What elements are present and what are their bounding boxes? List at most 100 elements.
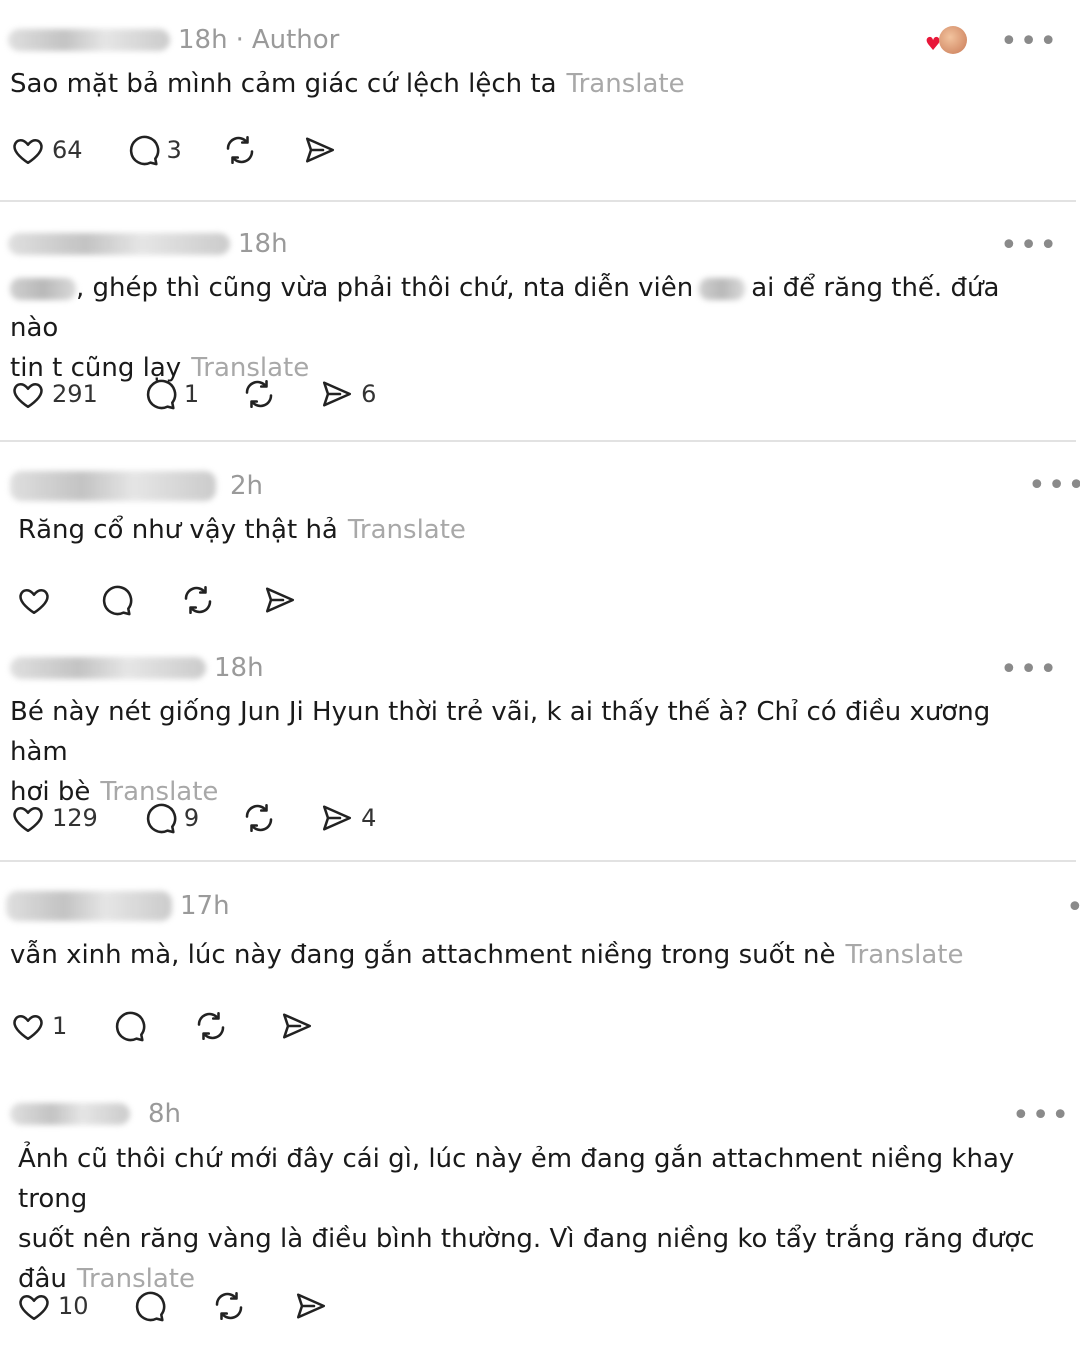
share-button[interactable]: 6 — [319, 376, 376, 412]
more-icon[interactable]: ••• — [1012, 1098, 1071, 1133]
share-count: 4 — [361, 804, 377, 832]
repost-button[interactable] — [241, 800, 277, 836]
separator-dot: · — [235, 25, 244, 55]
reply-button[interactable]: 3 — [125, 132, 182, 168]
timestamp: 2h — [230, 471, 264, 501]
share-button[interactable]: 4 — [319, 800, 376, 836]
comment-text: Bé này nét giống Jun Ji Hyun thời trẻ vã… — [10, 692, 1050, 812]
comment-body: vẫn xinh mà, lúc này đang gắn attachment… — [10, 940, 836, 970]
more-icon[interactable]: ••• — [1066, 890, 1080, 925]
reply-button[interactable] — [111, 1008, 147, 1044]
like-button[interactable]: 1 — [10, 1008, 67, 1044]
avatar — [939, 26, 967, 54]
repost-button[interactable] — [180, 582, 216, 618]
reply-button[interactable] — [131, 1288, 167, 1324]
share-button[interactable] — [293, 1288, 329, 1324]
repost-icon — [241, 800, 277, 836]
action-bar: 291 1 6 — [10, 372, 376, 416]
comment-body-line2: suốt nên răng vàng là điều bình thường. … — [18, 1224, 1035, 1254]
share-button[interactable] — [262, 582, 298, 618]
comment-meta: 18h — [8, 224, 288, 264]
translate-link[interactable]: Translate — [567, 69, 685, 99]
repost-button[interactable] — [193, 1008, 229, 1044]
comment-body: , ghép thì cũng vừa phải thôi chứ, nta d… — [76, 273, 694, 303]
redacted-word — [10, 277, 76, 300]
action-bar — [16, 578, 298, 622]
more-icon[interactable]: ••• — [1028, 468, 1080, 503]
share-icon — [293, 1288, 329, 1324]
action-bar: 1 — [10, 1004, 315, 1048]
action-bar: 10 — [16, 1284, 329, 1328]
repost-button[interactable] — [222, 132, 258, 168]
comment-icon — [98, 582, 134, 618]
more-icon[interactable]: ••• — [1000, 228, 1059, 263]
repost-icon — [211, 1288, 247, 1324]
share-icon — [279, 1008, 315, 1044]
divider — [0, 440, 1076, 442]
username-blurred[interactable] — [8, 29, 170, 51]
like-count: 64 — [52, 136, 83, 164]
author-liked-indicator: ♥ — [925, 24, 971, 58]
share-button[interactable] — [279, 1008, 315, 1044]
reply-count: 9 — [183, 804, 200, 832]
comment-icon — [125, 132, 161, 168]
heart-icon — [16, 582, 52, 618]
like-count: 291 — [52, 380, 98, 408]
comment-text: Răng cổ như vậy thật hả Translate — [18, 510, 466, 550]
repost-icon — [241, 376, 277, 412]
divider — [0, 200, 1076, 202]
comment-body: Sao mặt bả mình cảm giác cứ lệch lệch ta — [10, 69, 557, 99]
reply-button[interactable]: 1 — [142, 376, 199, 412]
comment-meta: 17h — [6, 886, 230, 926]
comment-text: Sao mặt bả mình cảm giác cứ lệch lệch ta… — [10, 64, 685, 104]
username-blurred[interactable] — [10, 657, 206, 679]
comment-body: Ảnh cũ thôi chứ mới đây cái gì, lúc này … — [18, 1144, 1015, 1214]
like-button[interactable] — [16, 582, 52, 618]
username-blurred[interactable] — [10, 471, 216, 501]
comment-meta: 8h — [10, 1094, 181, 1134]
like-button[interactable]: 291 — [10, 376, 98, 412]
share-icon — [262, 582, 298, 618]
divider — [0, 860, 1076, 862]
comment-icon — [131, 1288, 167, 1324]
comment-body: Bé này nét giống Jun Ji Hyun thời trẻ vã… — [10, 697, 991, 767]
share-count: 6 — [361, 380, 377, 408]
comment-icon — [111, 1008, 147, 1044]
username-blurred[interactable] — [6, 891, 172, 921]
comment-icon — [142, 376, 178, 412]
reply-count: 3 — [166, 136, 182, 164]
comment-meta: 18h — [10, 648, 264, 688]
reply-button[interactable]: 9 — [142, 800, 199, 836]
heart-icon — [10, 1008, 46, 1044]
heart-icon — [10, 132, 46, 168]
like-count: 1 — [52, 1012, 68, 1040]
more-icon[interactable]: ••• — [1000, 652, 1059, 687]
comment-meta: 18h · Author — [8, 20, 339, 60]
action-bar: 129 9 4 — [10, 796, 376, 840]
heart-icon — [10, 800, 46, 836]
share-icon — [319, 800, 355, 836]
reply-count: 1 — [183, 380, 200, 408]
timestamp: 18h — [238, 229, 288, 259]
username-blurred[interactable] — [10, 1103, 130, 1125]
username-blurred[interactable] — [8, 233, 230, 255]
comment-text: Ảnh cũ thôi chứ mới đây cái gì, lúc này … — [18, 1139, 1068, 1299]
like-count: 129 — [52, 804, 98, 832]
like-button[interactable]: 10 — [16, 1288, 89, 1324]
repost-button[interactable] — [241, 376, 277, 412]
comment-text: , ghép thì cũng vừa phải thôi chứ, nta d… — [10, 268, 1050, 388]
repost-button[interactable] — [211, 1288, 247, 1324]
comment-body: Răng cổ như vậy thật hả — [18, 515, 338, 545]
reply-button[interactable] — [98, 582, 134, 618]
share-icon — [319, 376, 355, 412]
translate-link[interactable]: Translate — [348, 515, 466, 545]
share-button[interactable] — [302, 132, 338, 168]
more-icon[interactable]: ••• — [1000, 24, 1059, 59]
like-button[interactable]: 64 — [10, 132, 83, 168]
like-button[interactable]: 129 — [10, 800, 98, 836]
timestamp: 8h — [148, 1099, 182, 1129]
redacted-name — [699, 277, 746, 300]
translate-link[interactable]: Translate — [845, 940, 963, 970]
comment-text: vẫn xinh mà, lúc này đang gắn attachment… — [10, 935, 964, 975]
repost-icon — [222, 132, 258, 168]
